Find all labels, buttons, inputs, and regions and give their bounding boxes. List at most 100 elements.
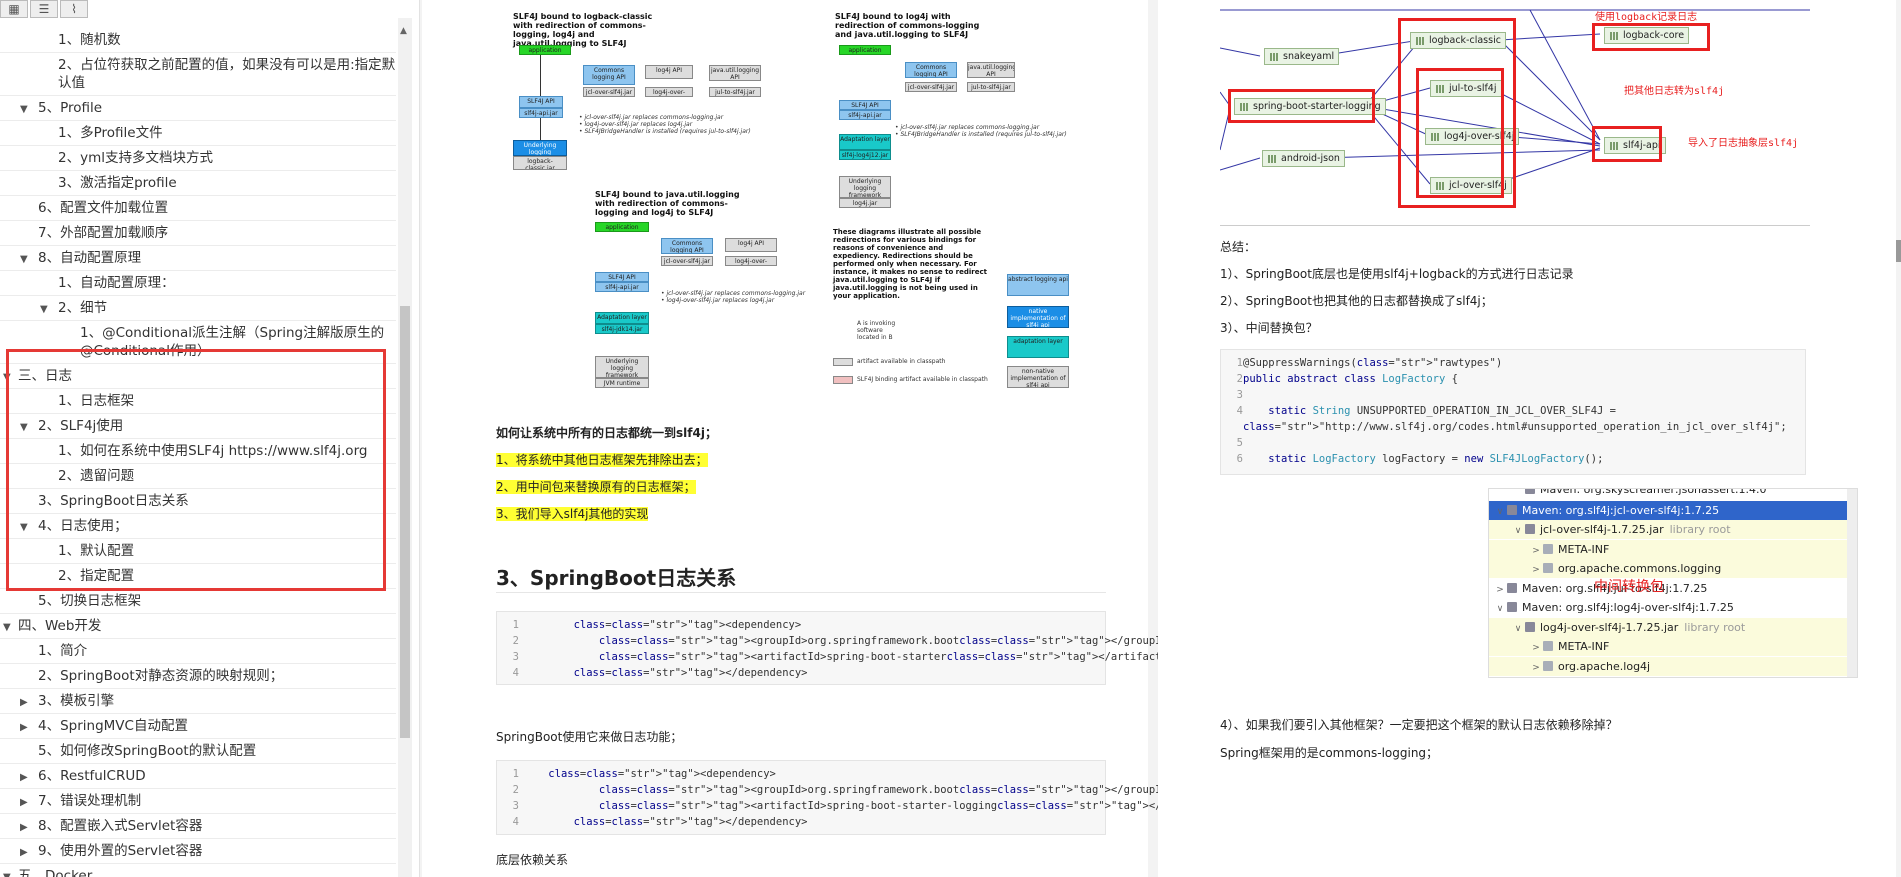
collapsed-arrow-icon[interactable]: > <box>1529 542 1543 561</box>
ide-tree-scrollbar[interactable] <box>1847 489 1857 678</box>
collapsed-arrow-icon[interactable]: ▶ <box>20 769 28 787</box>
tree-row[interactable]: ∨log4j-over-slf4j-1.7.25.jarlibrary root <box>1489 618 1847 637</box>
toc-item-label: 9、使用外置的Servlet容器 <box>38 843 202 859</box>
toc-item-label: 1、自动配置原理： <box>58 275 175 291</box>
toc-item[interactable]: 1、自动配置原理： <box>0 271 396 296</box>
collapsed-arrow-icon[interactable]: ▶ <box>20 719 28 737</box>
jcl-over-box: jcl-over-slf4j.jar <box>905 82 957 92</box>
toc-item[interactable]: 1、简介 <box>0 639 396 664</box>
tree-row[interactable]: ∨Maven: org.slf4j:log4j-over-slf4j:1.7.2… <box>1489 598 1847 617</box>
expanded-arrow-icon[interactable]: ▼ <box>40 301 48 319</box>
toc-item-label: 6、配置文件加载位置 <box>38 200 168 216</box>
toc-item[interactable]: 2、遗留问题 <box>0 464 396 489</box>
diagram-notes: • jcl-over-slf4j.jar replaces commons-lo… <box>895 124 1075 138</box>
attachment-icon[interactable]: ⌇ <box>60 0 88 18</box>
toc-item[interactable]: 1、多Profile文件 <box>0 121 396 146</box>
toc-item[interactable]: ▼四、Web开发 <box>0 614 396 639</box>
toc-item[interactable]: ▶8、配置嵌入式Servlet容器 <box>0 814 396 839</box>
step-1-text: 1、将系统中其他日志框架先排除出去； <box>496 453 708 467</box>
toc-item[interactable]: 2、SpringBoot对静态资源的映射规则； <box>0 664 396 689</box>
toc-item[interactable]: 5、如何修改SpringBoot的默认配置 <box>0 739 396 764</box>
toc-item[interactable]: ▼ 8、自动配置原理 <box>0 246 396 271</box>
toc-item[interactable]: 7、外部配置加载顺序 <box>0 221 396 246</box>
tree-row[interactable]: >META-INF <box>1489 540 1847 559</box>
toc-item[interactable]: ▶3、模板引擎 <box>0 689 396 714</box>
expanded-arrow-icon[interactable]: ∨ <box>1511 522 1525 541</box>
tree-row[interactable]: ∨jcl-over-slf4j-1.7.25.jarlibrary root <box>1489 520 1847 539</box>
sidebar-scrollbar[interactable]: ▲ <box>398 18 412 877</box>
expanded-arrow-icon[interactable]: ∨ <box>1511 620 1525 639</box>
expanded-arrow-icon[interactable]: ▼ <box>20 519 28 537</box>
toc-item[interactable]: ▼4、日志使用； <box>0 514 396 539</box>
page-scroll-marker[interactable] <box>1896 240 1901 262</box>
collapsed-arrow-icon[interactable]: ▶ <box>20 844 28 862</box>
toc-item-label: 1、如何在系统中使用SLF4j https://www.slf4j.org <box>58 443 367 459</box>
node-snakeyaml[interactable]: snakeyaml <box>1264 48 1339 65</box>
toc-item[interactable]: 1、@Conditional派生注解（Spring注解版原生的@Conditio… <box>0 321 396 364</box>
toc-item[interactable]: ▶7、错误处理机制 <box>0 789 396 814</box>
toc-item[interactable]: 3、SpringBoot日志关系 <box>0 489 396 514</box>
tree-row[interactable]: >META-INF <box>1489 637 1847 656</box>
outline-sidebar: ▦ ☰ ⌇ 1、随机数2、占位符获取之前配置的值，如果没有可以是用:指定默认值▼… <box>0 0 420 877</box>
expanded-arrow-icon[interactable]: ▼ <box>3 369 11 387</box>
library-root-label: library root <box>1670 523 1731 536</box>
toc-item[interactable]: ▼五、Docker <box>0 864 396 877</box>
tree-row[interactable]: >org.apache.log4j <box>1489 657 1847 676</box>
collapsed-arrow-icon[interactable]: > <box>1529 639 1543 658</box>
scrollbar-thumb[interactable] <box>400 306 410 738</box>
toc-item[interactable]: ▼2、细节 <box>0 296 396 321</box>
collapsed-arrow-icon[interactable]: ▶ <box>20 694 28 712</box>
expanded-arrow-icon[interactable]: ▼ <box>3 619 11 637</box>
toc-item-label: 2、指定配置 <box>58 568 134 584</box>
grid-view-icon[interactable]: ▦ <box>0 0 28 18</box>
package-icon <box>1543 544 1553 554</box>
toc-item[interactable]: ▶ 9、使用外置的Servlet容器 <box>0 839 396 864</box>
application-box: application <box>519 45 571 55</box>
toc-item[interactable]: 6、配置文件加载位置 <box>0 196 396 221</box>
tree-row[interactable]: ∨Maven: org.slf4j:jcl-over-slf4j:1.7.25 <box>1489 501 1847 520</box>
toc-item[interactable]: 1、默认配置 <box>0 539 396 564</box>
adaptation-layer-box: Adaptation layer <box>595 312 649 324</box>
toc-item[interactable]: 1、随机数 <box>0 28 396 53</box>
toc-item[interactable]: 3、激活指定profile <box>0 171 396 196</box>
scroll-up-icon[interactable]: ▲ <box>400 26 407 36</box>
collapsed-arrow-icon[interactable]: ▶ <box>20 819 28 837</box>
toc-item[interactable]: 1、日志框架 <box>0 389 396 414</box>
question-4: 4）、如果我们要引入其他框架？一定要把这个框架的默认日志依赖移除掉？ <box>1220 716 1618 733</box>
toc-item[interactable]: 2、占位符获取之前配置的值，如果没有可以是用:指定默认值 <box>0 53 396 96</box>
toc-item-label: 8、自动配置原理 <box>38 250 141 266</box>
expanded-arrow-icon[interactable]: ▼ <box>20 419 28 437</box>
expanded-arrow-icon[interactable]: ▼ <box>20 251 28 269</box>
toc-item[interactable]: ▼5、Profile <box>0 96 396 121</box>
step-2: 2、用中间包来替换原有的日志框架； <box>496 478 696 495</box>
toc-item[interactable]: ▶4、SpringMVC自动配置 <box>0 714 396 739</box>
code-text: class=class="str">"tag"><artifactId>spri… <box>523 798 1231 814</box>
toc-item[interactable]: ▼2、SLF4j使用 <box>0 414 396 439</box>
collapsed-arrow-icon[interactable]: > <box>1529 561 1543 580</box>
toc-item[interactable]: 1、如何在系统中使用SLF4j https://www.slf4j.org <box>0 439 396 464</box>
node-android-json[interactable]: android-json <box>1262 150 1345 167</box>
toc-item-label: 1、多Profile文件 <box>58 125 163 141</box>
toc-item[interactable]: 5、切换日志框架 <box>0 589 396 614</box>
toc-item[interactable]: ▼三、日志 <box>0 364 396 389</box>
collapsed-arrow-icon[interactable]: ▶ <box>20 794 28 812</box>
collapsed-arrow-icon[interactable]: > <box>1529 659 1543 678</box>
toc-item-label: 2、遗留问题 <box>58 468 134 484</box>
collapsed-arrow-icon[interactable]: > <box>1493 581 1507 600</box>
toc-item[interactable]: 2、指定配置 <box>0 564 396 589</box>
tree-row[interactable]: >Maven: org.slf4j:jul-to-slf4j:1.7.25 <box>1489 579 1847 598</box>
tree-row[interactable]: >org.apache.commons.logging <box>1489 559 1847 578</box>
expanded-arrow-icon[interactable]: ▼ <box>3 869 11 877</box>
toc-item[interactable]: 2、yml支持多文档块方式 <box>0 146 396 171</box>
code-line: 3 <box>1221 387 1805 403</box>
list-view-icon[interactable]: ☰ <box>30 0 58 18</box>
tree-row[interactable]: Maven: org.skyscreamer:jsonassert:1.4.0 <box>1489 488 1847 499</box>
expanded-arrow-icon[interactable]: ▼ <box>20 101 28 119</box>
expanded-arrow-icon[interactable]: ∨ <box>1493 503 1507 522</box>
code-text: class=class="str">"tag"><artifactId>spri… <box>523 649 1180 665</box>
expanded-arrow-icon[interactable]: ∨ <box>1493 600 1507 619</box>
line-number: 1 <box>503 617 519 633</box>
tree-row[interactable]: >Maven: org.slf4j:slf4j-api:1.7.25 <box>1489 676 1847 678</box>
code-block-starter: 1 class=class="str">"tag"><dependency>2 … <box>496 611 1106 685</box>
toc-item[interactable]: ▶6、RestfulCRUD <box>0 764 396 789</box>
